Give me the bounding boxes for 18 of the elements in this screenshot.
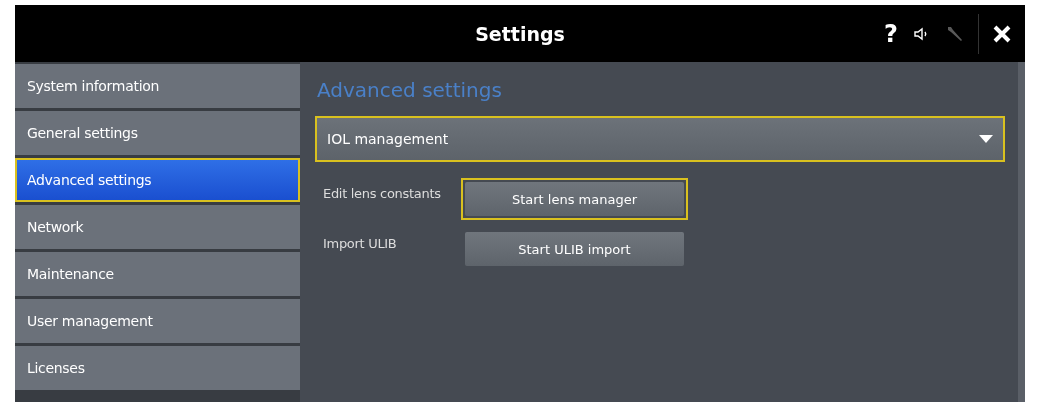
- sidebar-item[interactable]: Licenses: [15, 346, 300, 390]
- sidebar-item[interactable]: User management: [15, 299, 300, 343]
- sidebar-item[interactable]: Network: [15, 205, 300, 249]
- caret-icon: [979, 135, 993, 143]
- sidebar-item[interactable]: General settings: [15, 111, 300, 155]
- section-heading: Advanced settings: [317, 78, 503, 104]
- close-icon[interactable]: [993, 24, 1011, 43]
- dropdown-value: IOL management: [327, 131, 449, 147]
- sidebar-item[interactable]: System information: [15, 64, 300, 108]
- sidebar-item[interactable]: Maintenance: [15, 252, 300, 296]
- setting-label: Import ULIB: [322, 235, 398, 251]
- setting-label: Edit lens constants: [322, 185, 442, 201]
- help-button[interactable]: ?: [876, 13, 906, 54]
- start-button[interactable]: Start ULIB import: [465, 232, 684, 266]
- start-button[interactable]: Start lens manager: [465, 182, 684, 216]
- sidebar-item[interactable]: Advanced settings: [15, 158, 300, 202]
- window-title: Settings: [475, 22, 565, 45]
- dropdown[interactable]: IOL management: [317, 118, 1003, 160]
